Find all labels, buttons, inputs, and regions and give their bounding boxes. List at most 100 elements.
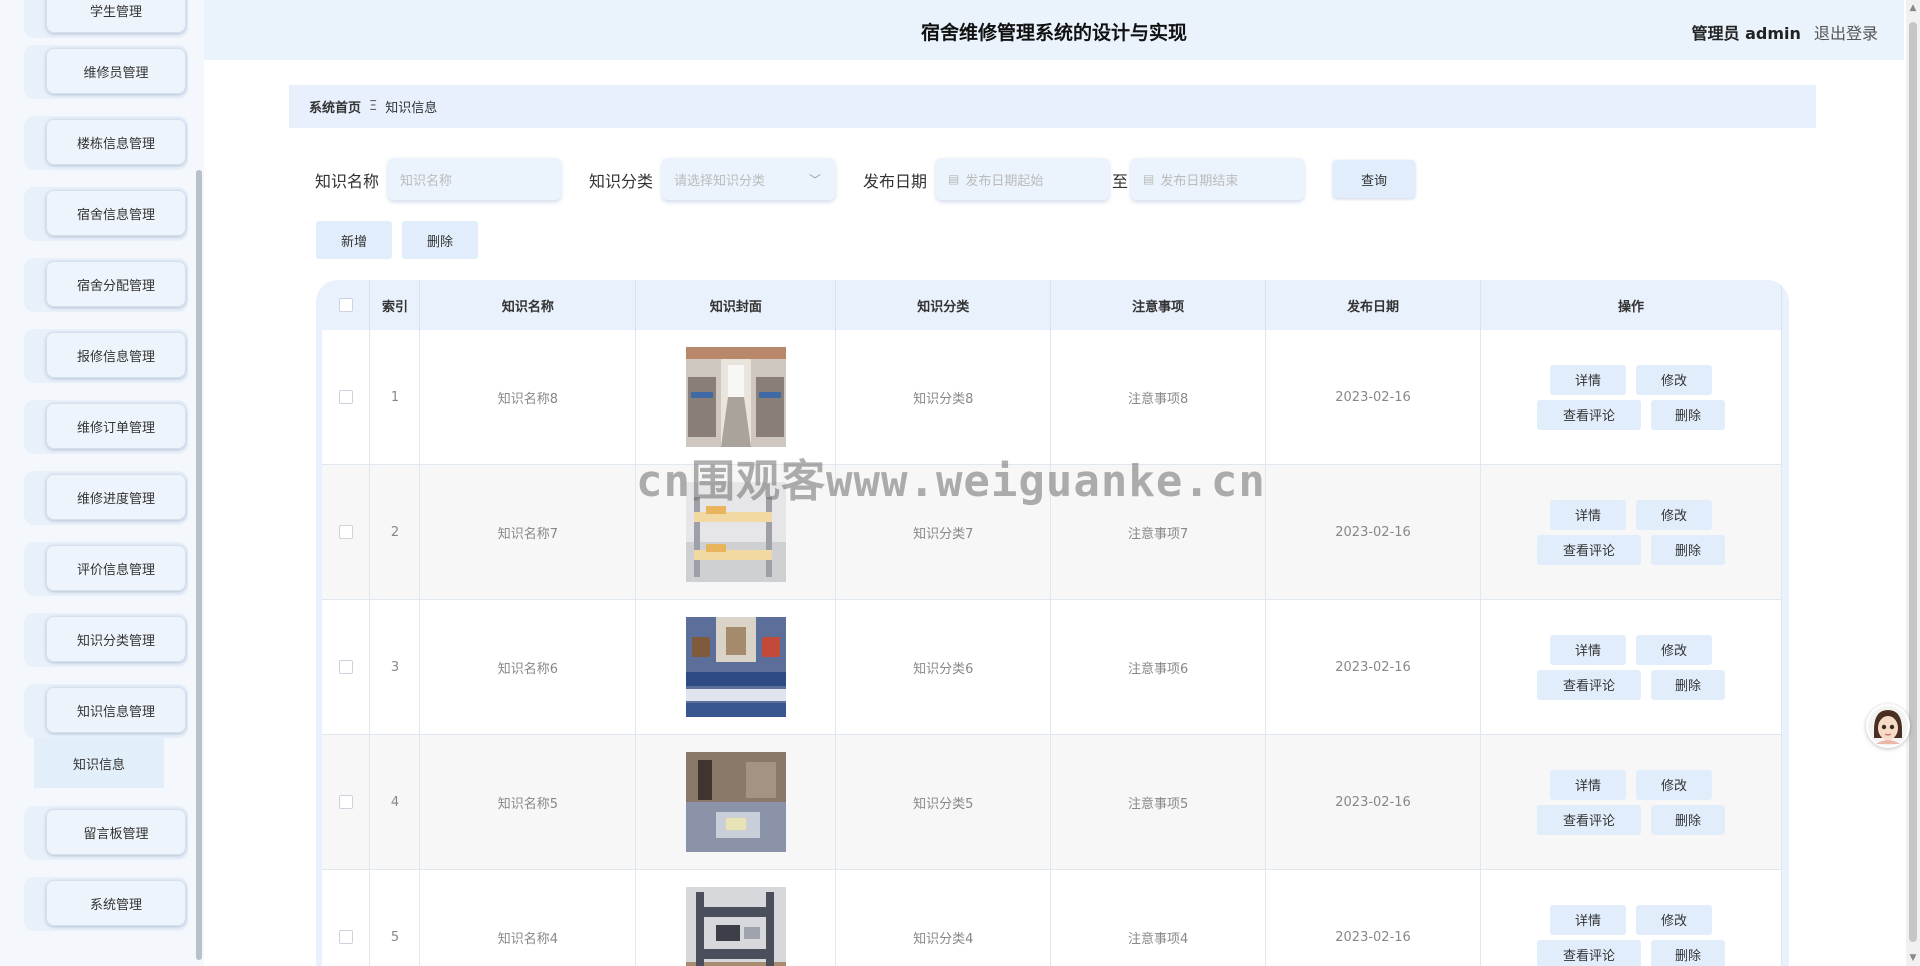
- row-index: 1: [369, 330, 421, 465]
- cover-image[interactable]: [685, 347, 786, 447]
- cover-image[interactable]: [685, 617, 786, 717]
- date-start-placeholder: 发布日期起始: [965, 173, 1044, 189]
- top-header: 宿舍维修管理系统的设计与实现 管理员 admin 退出登录: [204, 0, 1904, 60]
- view-comments-button[interactable]: 查看评论: [1536, 534, 1641, 565]
- column-header-category: 知识分类: [835, 280, 1052, 330]
- row-checkbox[interactable]: [338, 795, 353, 809]
- edit-button[interactable]: 修改: [1635, 364, 1712, 395]
- sidebar-item-repairers[interactable]: 维修员管理: [24, 45, 188, 99]
- row-date: 2023-02-16: [1265, 599, 1481, 735]
- table-row: 1 知识名称8 知识分类8 注意事项8 2023-02-16 详情 修改 查看评…: [322, 330, 1783, 465]
- name-label: 知识名称: [315, 172, 380, 191]
- category-placeholder: 请选择知识分类: [674, 173, 766, 189]
- sidebar-item-knowledge-categories[interactable]: 知识分类管理: [24, 613, 188, 667]
- scroll-down-icon[interactable]: ▼: [1908, 954, 1918, 963]
- view-comments-button[interactable]: 查看评论: [1536, 939, 1641, 966]
- sidebar-item-repair-progress[interactable]: 维修进度管理: [24, 471, 188, 525]
- knowledge-table: 索引 知识名称 知识封面 知识分类 注意事项 发布日期 操作 1 知识名称8 知…: [316, 280, 1789, 966]
- detail-button[interactable]: 详情: [1549, 364, 1626, 395]
- logout-link[interactable]: 退出登录: [1814, 24, 1878, 43]
- row-actions: 详情 修改 查看评论 删除: [1536, 495, 1726, 570]
- sidebar-item-label: 宿舍分配管理: [46, 261, 186, 307]
- detail-button[interactable]: 详情: [1549, 769, 1626, 800]
- date-label: 发布日期: [863, 172, 928, 191]
- row-notes: 注意事项8: [1050, 330, 1267, 465]
- calendar-icon: ▤: [948, 172, 960, 186]
- sidebar-item-repair-orders[interactable]: 维修订单管理: [24, 400, 188, 454]
- cover-image[interactable]: [685, 752, 786, 852]
- category-label: 知识分类: [589, 172, 654, 191]
- sidebar-item-dorm-allocation[interactable]: 宿舍分配管理: [24, 258, 188, 312]
- scroll-up-icon[interactable]: ▲: [1908, 4, 1918, 13]
- row-checkbox[interactable]: [338, 930, 353, 944]
- edit-button[interactable]: 修改: [1635, 634, 1712, 665]
- sidebar-item-label: 留言板管理: [46, 809, 186, 855]
- row-index: 2: [369, 464, 421, 600]
- select-all-checkbox[interactable]: [338, 298, 353, 312]
- sidebar-item-students[interactable]: 学生管理: [24, 0, 188, 38]
- query-button[interactable]: 查询: [1333, 160, 1415, 198]
- sidebar-item-buildings[interactable]: 楼栋信息管理: [24, 116, 188, 170]
- delete-button[interactable]: 删除: [1650, 939, 1725, 966]
- category-select[interactable]: 请选择知识分类 ﹀: [662, 158, 835, 200]
- assistant-avatar[interactable]: [1866, 704, 1910, 748]
- row-actions: 详情 修改 查看评论 删除: [1536, 360, 1726, 435]
- detail-button[interactable]: 详情: [1549, 499, 1626, 530]
- avatar-icon: [1868, 706, 1908, 746]
- row-index: 3: [369, 599, 421, 735]
- row-name: 知识名称5: [419, 734, 637, 870]
- sidebar-item-repair-requests[interactable]: 报修信息管理: [24, 329, 188, 383]
- view-comments-button[interactable]: 查看评论: [1536, 669, 1641, 700]
- sidebar-subitem-knowledge-info[interactable]: 知识信息: [34, 738, 164, 788]
- name-input[interactable]: 知识名称: [388, 158, 561, 200]
- detail-button[interactable]: 详情: [1549, 904, 1626, 935]
- sidebar-item-reviews[interactable]: 评价信息管理: [24, 542, 188, 596]
- sidebar-scrollbar[interactable]: [196, 170, 202, 960]
- sidebar-item-label: 维修订单管理: [46, 403, 186, 449]
- edit-button[interactable]: 修改: [1635, 904, 1712, 935]
- add-button[interactable]: 新增: [316, 221, 392, 259]
- detail-button[interactable]: 详情: [1549, 634, 1626, 665]
- page-scrollbar-thumb[interactable]: [1909, 22, 1917, 942]
- sidebar-item-label: 知识信息管理: [46, 687, 186, 733]
- row-index: 4: [369, 734, 421, 870]
- row-category: 知识分类8: [835, 330, 1052, 465]
- app-title: 宿舍维修管理系统的设计与实现: [920, 22, 1187, 44]
- row-checkbox[interactable]: [338, 660, 353, 674]
- delete-button[interactable]: 删除: [1650, 399, 1725, 430]
- view-comments-button[interactable]: 查看评论: [1536, 804, 1641, 835]
- row-category: 知识分类7: [835, 464, 1052, 600]
- user-area: 管理员 admin 退出登录: [1692, 20, 1878, 44]
- delete-button[interactable]: 删除: [1650, 534, 1725, 565]
- bulk-delete-button[interactable]: 删除: [402, 221, 478, 259]
- table-row: 5 知识名称4 知识分类4 注意事项4 2023-02-16 详情 修改 查看评…: [322, 869, 1783, 966]
- row-index: 5: [369, 869, 421, 966]
- sidebar-item-system[interactable]: 系统管理: [24, 877, 188, 931]
- edit-button[interactable]: 修改: [1635, 499, 1712, 530]
- row-actions: 详情 修改 查看评论 删除: [1536, 900, 1726, 966]
- row-category: 知识分类5: [835, 734, 1052, 870]
- row-checkbox[interactable]: [338, 390, 353, 404]
- delete-button[interactable]: 删除: [1650, 804, 1725, 835]
- chevron-down-icon: ﹀: [808, 172, 821, 187]
- row-name: 知识名称8: [419, 330, 637, 465]
- breadcrumb-separator-icon: Ξ: [369, 99, 378, 114]
- edit-button[interactable]: 修改: [1635, 769, 1712, 800]
- row-date: 2023-02-16: [1265, 330, 1481, 465]
- view-comments-button[interactable]: 查看评论: [1536, 399, 1641, 430]
- row-date: 2023-02-16: [1265, 869, 1481, 966]
- sidebar-item-dorms[interactable]: 宿舍信息管理: [24, 187, 188, 241]
- select-all-cell: [322, 280, 371, 330]
- date-end-input[interactable]: ▤ 发布日期结束: [1131, 158, 1304, 200]
- delete-button[interactable]: 删除: [1650, 669, 1725, 700]
- column-header-actions: 操作: [1480, 280, 1783, 330]
- cover-image[interactable]: [685, 887, 786, 966]
- date-start-input[interactable]: ▤ 发布日期起始: [936, 158, 1109, 200]
- row-actions: 详情 修改 查看评论 删除: [1536, 630, 1726, 705]
- sidebar: 学生管理 维修员管理 楼栋信息管理 宿舍信息管理 宿舍分配管理 报修信息管理 维…: [0, 0, 204, 966]
- breadcrumb-home[interactable]: 系统首页: [309, 97, 361, 116]
- sidebar-item-message-board[interactable]: 留言板管理: [24, 806, 188, 860]
- cover-image[interactable]: [685, 482, 786, 582]
- row-checkbox[interactable]: [338, 525, 353, 539]
- sidebar-item-knowledge-info[interactable]: 知识信息管理: [24, 684, 188, 738]
